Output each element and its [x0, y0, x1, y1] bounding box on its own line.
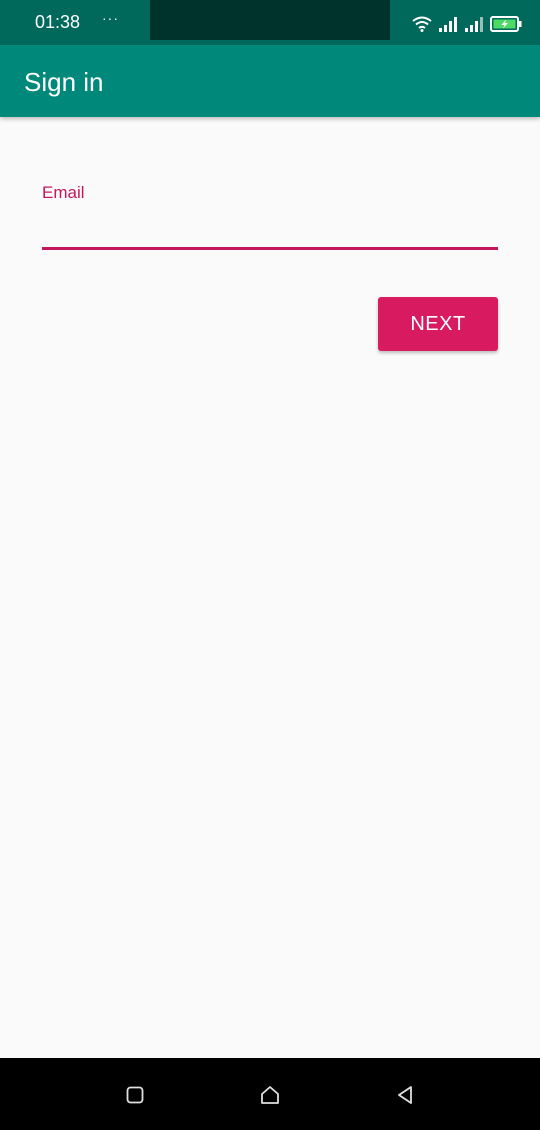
- back-icon: [398, 1086, 412, 1104]
- app-bar: Sign in: [0, 45, 540, 117]
- signal-icon: [465, 17, 483, 32]
- email-label: Email: [42, 183, 85, 202]
- next-button[interactable]: NEXT: [378, 297, 498, 351]
- email-field[interactable]: [42, 210, 498, 250]
- more-notifications-icon: ···: [102, 10, 119, 26]
- back-button[interactable]: [390, 1080, 420, 1110]
- signal-icon: [439, 17, 457, 32]
- status-bar: 01:38 ···: [0, 0, 540, 45]
- email-field-container: Email: [42, 182, 498, 254]
- navigation-bar: [0, 1058, 540, 1130]
- page-title: Sign in: [24, 67, 104, 97]
- status-icons: [412, 12, 522, 32]
- sign-in-form: Email NEXT: [0, 117, 540, 1058]
- recents-button[interactable]: [120, 1080, 150, 1110]
- battery-charging-icon: [490, 16, 522, 32]
- camera-notch: [150, 0, 390, 40]
- recents-icon: [126, 1086, 144, 1104]
- home-button[interactable]: [255, 1080, 285, 1110]
- home-icon: [261, 1086, 279, 1104]
- wifi-icon: [412, 16, 432, 32]
- status-time: 01:38: [35, 12, 81, 32]
